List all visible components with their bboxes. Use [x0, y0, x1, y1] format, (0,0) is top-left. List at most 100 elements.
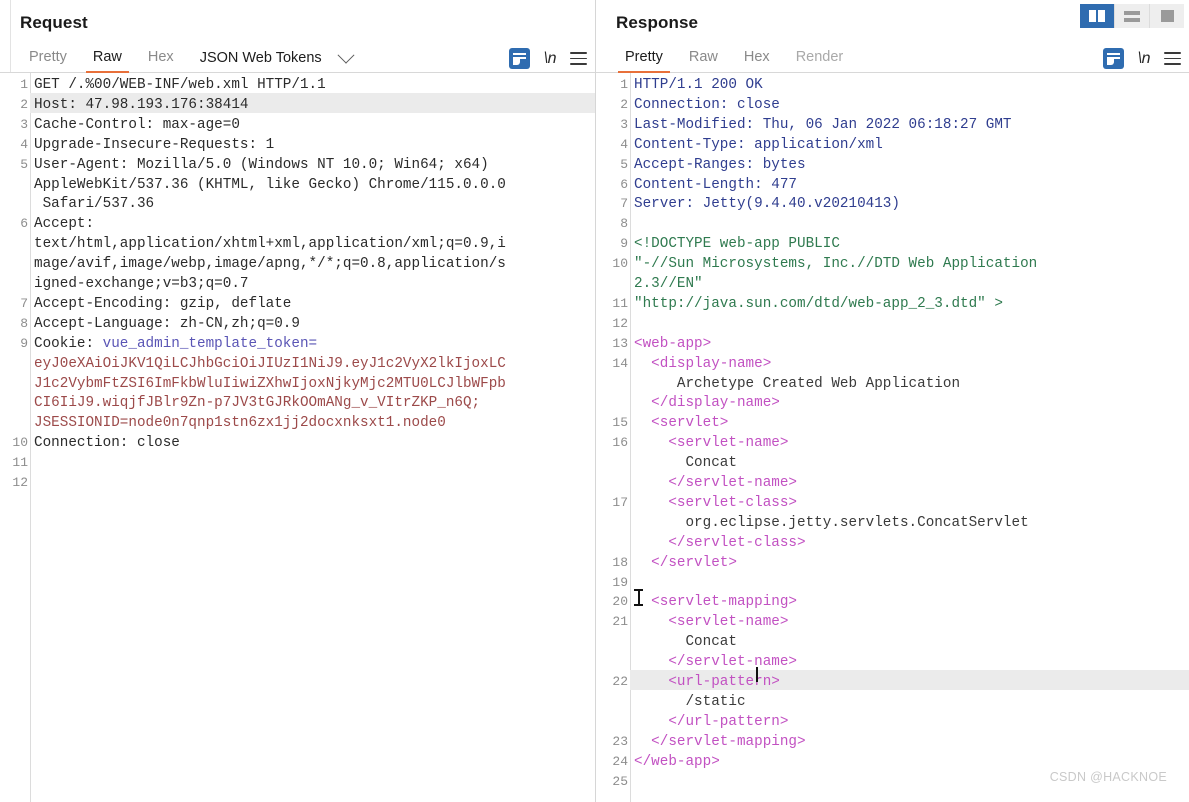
horizontal-split-icon	[1124, 10, 1140, 22]
code-line: </servlet-name>	[634, 473, 1189, 493]
code-token: User-Agent: Mozilla/5.0 (Windows NT 10.0…	[34, 156, 489, 173]
code-line: <url-pattern>	[634, 672, 1189, 692]
code-line: /static	[634, 692, 1189, 712]
code-token: AppleWebKit/537.36 (KHTML, like Gecko) C…	[34, 176, 506, 193]
code-token: <!DOCTYPE web-app PUBLIC	[634, 236, 840, 253]
layout-single-pane-button[interactable]	[1150, 4, 1184, 28]
code-line: Cookie: vue_admin_template_token=	[34, 334, 595, 354]
request-view-selector[interactable]: JSON Web Tokens	[187, 46, 362, 72]
request-body[interactable]: 1 GET /.%00/WEB-INF/web.xml HTTP/1.1 2 Host…	[0, 73, 595, 802]
response-toolbar: \n	[1102, 48, 1181, 69]
line-number: 7	[620, 196, 628, 212]
line-number: 3	[620, 116, 628, 132]
code-token: <servlet-name>	[634, 614, 789, 631]
code-line: </display-name>	[634, 393, 1189, 413]
code-line: Accept-Ranges: bytes	[634, 155, 1189, 175]
layout-horizontal-split-button[interactable]	[1115, 4, 1150, 28]
response-newline-button[interactable]: \n	[1138, 50, 1151, 68]
request-menu-button[interactable]	[570, 52, 587, 65]
layout-vertical-split-button[interactable]	[1080, 4, 1115, 28]
response-tab-raw[interactable]: Raw	[676, 48, 731, 72]
code-line: Accept-Language: zh-CN,zh;q=0.9	[34, 314, 595, 334]
response-tab-hex[interactable]: Hex	[731, 48, 783, 72]
code-token: eyJ0eXAiOiJKV1QiLCJhbGciOiJIUzI1NiJ9.eyJ…	[34, 355, 506, 372]
code-line: <servlet-name>	[634, 433, 1189, 453]
code-line: Server: Jetty(9.4.40.v20210413)	[634, 194, 1189, 214]
line-number: 13	[612, 335, 628, 351]
response-menu-button[interactable]	[1164, 52, 1181, 65]
code-line: Accept:	[34, 214, 595, 234]
code-line: text/html,application/xhtml+xml,applicat…	[34, 234, 595, 254]
line-number: 5	[20, 156, 28, 172]
request-title: Request	[20, 13, 88, 32]
code-line: eyJ0eXAiOiJKV1QiLCJhbGciOiJIUzI1NiJ9.eyJ…	[34, 354, 595, 374]
line-number: 8	[20, 315, 28, 331]
code-line: AppleWebKit/537.36 (KHTML, like Gecko) C…	[34, 175, 595, 195]
line-number: 22	[612, 674, 628, 689]
code-token: Connection: close	[34, 435, 180, 452]
code-token: CI6IiJ9.wiqjfJBlr9Zn-p7JV3tGJRkOOmANg_v_…	[34, 395, 481, 412]
response-body[interactable]: 1 HTTP/1.1 200 OK 2 Connection: close 3 Last-…	[596, 73, 1189, 802]
code-token: </servlet-name>	[634, 475, 798, 491]
request-panel: Request Pretty Raw Hex JSON Web Tokens \…	[0, 0, 596, 802]
code-token: <servlet-mapping>	[634, 594, 798, 611]
response-word-wrap-button[interactable]	[1102, 48, 1124, 69]
line-number: 23	[612, 733, 628, 749]
code-token: </url-pattern>	[634, 713, 789, 730]
menu-icon	[1164, 52, 1181, 65]
code-token: <servlet-class>	[634, 494, 798, 511]
line-number: 14	[612, 355, 628, 371]
line-number: 11	[12, 455, 28, 471]
line-number: 11	[612, 295, 628, 311]
line-number: 12	[12, 475, 28, 490]
chevron-down-icon	[337, 46, 355, 64]
code-line: </url-pattern>	[634, 712, 1189, 732]
line-number: 20	[612, 594, 628, 610]
code-token: </display-name>	[634, 395, 780, 412]
code-line: </servlet>	[634, 553, 1189, 573]
word-wrap-icon	[508, 48, 530, 69]
watermark: CSDN @HACKNOE	[1049, 770, 1167, 784]
code-line: </web-app>	[634, 752, 1189, 772]
code-token: Concat	[634, 634, 737, 651]
code-token: Cache-Control: max-age=0	[34, 116, 240, 133]
request-tab-raw[interactable]: Raw	[80, 48, 135, 73]
code-line: 2.3//EN"	[634, 274, 1189, 294]
code-line: GET /.%00/WEB-INF/web.xml HTTP/1.1	[34, 75, 595, 95]
code-token: J1c2VybmFtZSI6ImFkbWluIiwiZXhwIjoxNjkyMj…	[34, 375, 506, 392]
response-tab-render[interactable]: Render	[783, 48, 857, 72]
request-newline-button[interactable]: \n	[544, 50, 557, 68]
request-tab-pretty[interactable]: Pretty	[16, 48, 80, 72]
code-token: <url-pattern>	[634, 674, 780, 690]
code-token: HTTP/1.1 200 OK	[634, 77, 763, 93]
code-token: 2.3//EN"	[634, 276, 703, 292]
request-toolbar: \n	[508, 48, 587, 69]
code-line: </servlet-mapping>	[634, 732, 1189, 752]
line-number: 16	[612, 435, 628, 451]
code-line: Cache-Control: max-age=0	[34, 115, 595, 135]
request-view-selector-label: JSON Web Tokens	[199, 50, 322, 66]
code-line: Host: 47.98.193.176:38414	[34, 95, 595, 115]
code-line: Concat	[634, 453, 1189, 473]
code-token: GET /.%00/WEB-INF/web.xml HTTP/1.1	[34, 77, 326, 93]
line-number: 4	[20, 136, 28, 152]
request-word-wrap-button[interactable]	[508, 48, 530, 69]
code-token: igned-exchange;v=b3;q=0.7	[34, 276, 249, 292]
line-number: 25	[612, 773, 628, 789]
code-token: </servlet-class>	[634, 534, 806, 551]
code-line: <web-app>	[634, 334, 1189, 354]
response-tab-pretty[interactable]: Pretty	[612, 48, 676, 73]
code-token: Connection: close	[634, 96, 780, 113]
request-tab-hex[interactable]: Hex	[135, 48, 187, 72]
response-panel: Response Pretty Raw Hex Render \n 1HTTP/…	[596, 0, 1189, 802]
code-token: Accept-Ranges: bytes	[634, 156, 806, 173]
code-line: Last-Modified: Thu, 06 Jan 2022 06:18:27…	[634, 115, 1189, 135]
code-line: Connection: close	[34, 433, 595, 453]
response-gutter-rule	[630, 73, 631, 802]
code-line: "http://java.sun.com/dtd/web-app_2_3.dtd…	[634, 294, 1189, 314]
line-number: 2	[20, 96, 28, 112]
code-line: User-Agent: Mozilla/5.0 (Windows NT 10.0…	[34, 155, 595, 175]
code-token: Cookie:	[34, 335, 103, 352]
